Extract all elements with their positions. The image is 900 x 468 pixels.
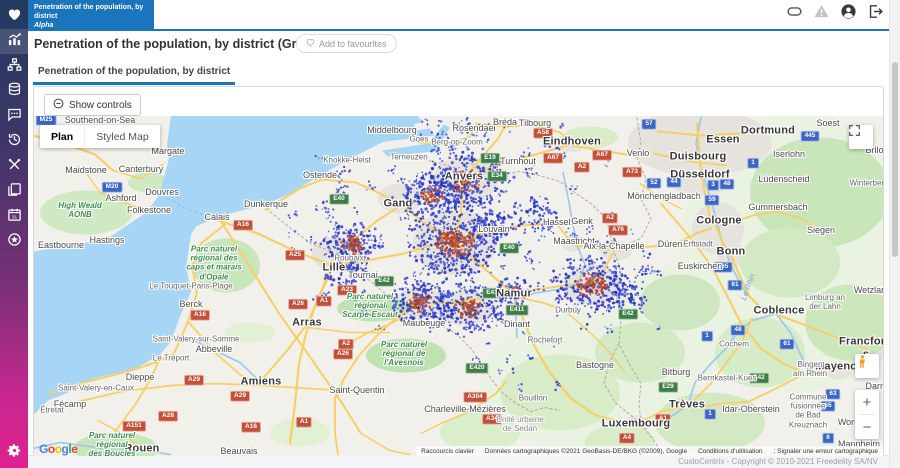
heart-outline-icon [306, 38, 315, 49]
window-button[interactable] [785, 5, 803, 23]
sidebar-item-hierarchy[interactable] [0, 54, 28, 79]
circled-minus-icon [53, 98, 64, 112]
google-logo-letter: o [55, 442, 62, 456]
heart-icon [7, 7, 22, 27]
calendar-icon: 31 [7, 207, 22, 227]
show-controls-button[interactable]: Show controls [44, 94, 141, 116]
report-panel: Show controls M25M20A16A16A16A26A28A29A2… [33, 86, 884, 456]
zoom-in-button[interactable]: + [855, 390, 879, 414]
zoom-out-button[interactable]: − [855, 415, 879, 439]
pegman-button[interactable] [855, 354, 879, 378]
sidebar-item-analytics[interactable] [0, 29, 28, 54]
app-footer: CustoCentrix - Copyright © 2010-2021 Fre… [28, 455, 900, 468]
gear-icon [7, 443, 22, 463]
show-controls-label: Show controls [69, 100, 132, 111]
google-logo-letter: o [48, 442, 55, 456]
page-scrollbar [889, 0, 900, 468]
chat-icon [7, 107, 22, 127]
map-attribution: Raccourcis clavier Données cartographique… [416, 446, 883, 456]
map-canvas[interactable]: M25M20A16A16A16A26A28A29A29A151A1A2A26A2… [34, 116, 883, 456]
map-attribution-item[interactable]: Conditions d'utilisation [698, 448, 762, 455]
sidebar-item-database[interactable] [0, 79, 28, 104]
window-tab-title: Penetration of the population, by distri… [34, 3, 150, 21]
scrollbar-thumb[interactable] [892, 62, 898, 257]
map-attribution-item[interactable]: Données cartographiques ©2021 GeoBasis-D… [485, 448, 687, 455]
zoom-control: + − [855, 390, 879, 439]
sidebar-item-calendar[interactable]: 31 [0, 204, 28, 229]
map-graphics [34, 116, 883, 456]
fullscreen-icon [849, 125, 860, 136]
google-logo-letter: G [39, 442, 48, 456]
logout-icon [867, 3, 884, 25]
fullscreen-button[interactable] [849, 125, 873, 149]
sidebar-item-favourites[interactable] [0, 4, 28, 29]
tools-icon [7, 157, 22, 177]
sidebar-item-tools[interactable] [0, 154, 28, 179]
sidebar-item-reports[interactable] [0, 179, 28, 204]
svg-text:31: 31 [11, 214, 17, 219]
analytics-icon [7, 32, 22, 52]
sidebar-items: 31 [0, 4, 28, 254]
star-icon [7, 232, 22, 252]
user-button[interactable] [839, 5, 857, 23]
add-to-favourites-label: Add to favourites [319, 39, 387, 49]
sidebar: 31 [0, 0, 28, 468]
alert-button[interactable] [812, 5, 830, 23]
logout-button[interactable] [866, 5, 884, 23]
database-icon [7, 82, 22, 102]
history-icon [7, 132, 22, 152]
google-logo-letter: e [71, 442, 77, 456]
header-divider [28, 29, 900, 31]
sidebar-item-messages[interactable] [0, 104, 28, 129]
hierarchy-icon [7, 57, 22, 77]
google-logo[interactable]: Google [39, 442, 77, 456]
app-window: 31 Penetration of the population, by dis… [0, 0, 900, 468]
alert-icon [813, 3, 830, 25]
add-to-favourites-button[interactable]: Add to favourites [296, 34, 397, 53]
map-attribution-item[interactable]: Raccourcis clavier [421, 448, 474, 455]
pegman-icon [855, 354, 870, 369]
map-type-control: PlanStyled Map [40, 125, 160, 148]
tab-penetration[interactable]: Penetration of the population, by distri… [33, 66, 235, 85]
window-icon [786, 3, 803, 25]
tab-bar: Penetration of the population, by distri… [33, 61, 235, 85]
user-icon [840, 3, 857, 25]
map-attribution-item[interactable]: : Signaler une erreur cartographique [774, 448, 878, 455]
sidebar-item-featured[interactable] [0, 229, 28, 254]
sidebar-item-history[interactable] [0, 129, 28, 154]
window-tab-subtitle: Alpha [34, 21, 150, 30]
map-type-plan[interactable]: Plan [40, 125, 84, 148]
map-type-styled-map[interactable]: Styled Map [84, 125, 160, 148]
header-icons [785, 5, 884, 23]
sidebar-item-settings[interactable] [0, 443, 28, 463]
window-tab[interactable]: Penetration of the population, by distri… [28, 0, 154, 29]
reports-icon [7, 182, 22, 202]
